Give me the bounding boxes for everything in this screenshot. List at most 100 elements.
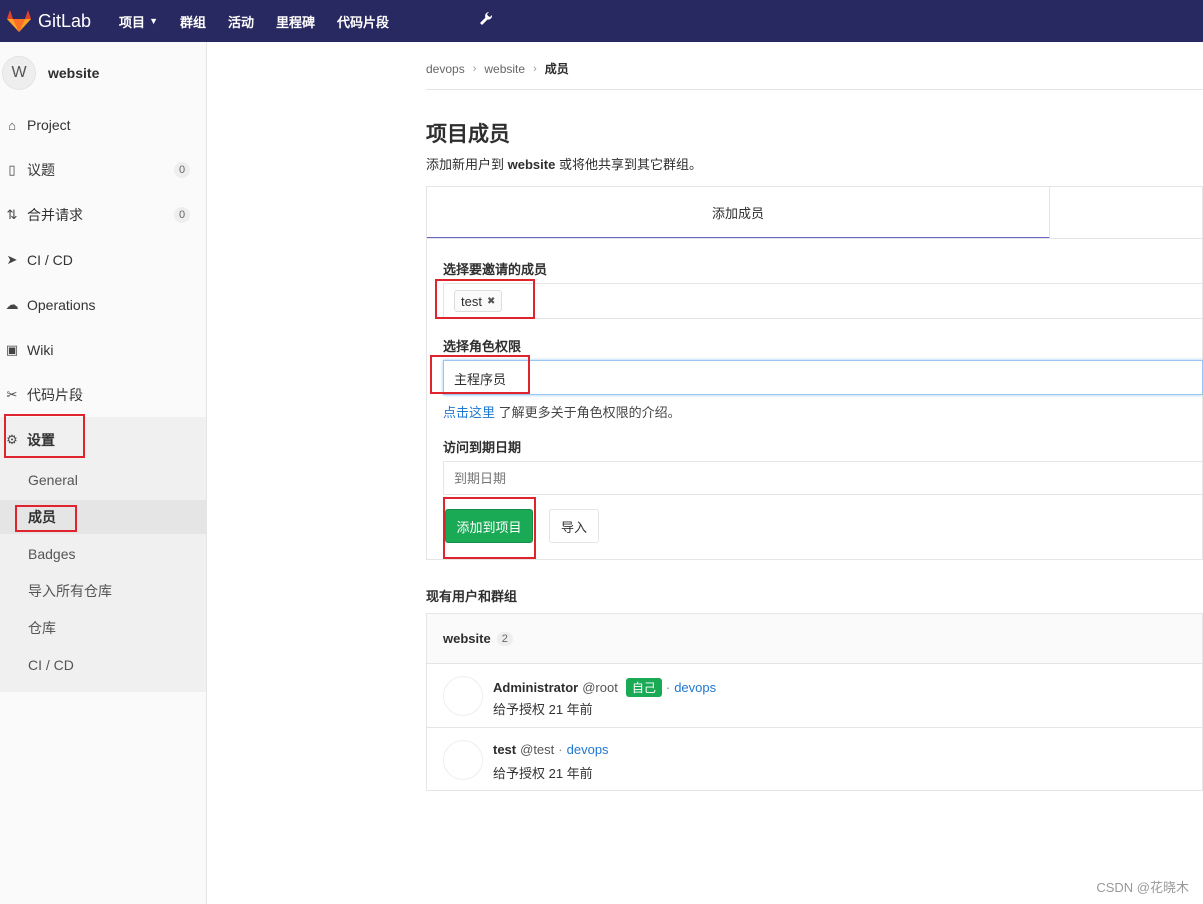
import-button[interactable]: 导入 [549,509,599,543]
page-intro: 添加新用户到 website 或将他共享到其它群组。 [426,154,702,173]
settings-section: ⚙ 设置 General 成员 Badges 导入所有仓库 仓库 CI / CD [0,417,206,692]
sidebar-project-header[interactable]: W website [0,42,206,104]
sidebar-item-label: Wiki [27,342,54,358]
sidebar-item-settings[interactable]: ⚙ 设置 [0,425,206,455]
avatar[interactable] [443,740,483,780]
gitlab-fox-icon [7,10,31,32]
project-sidebar: W website ⌂ Project ▯ 议题 0 ⇅ 合并请求 0 ➤ CI… [0,42,207,904]
breadcrumb: devops › website › 成员 [426,60,569,77]
settings-sub-general[interactable]: General [0,463,206,497]
sidebar-item-label: Project [27,117,71,133]
sidebar-item-label: 代码片段 [27,387,83,403]
scissors-icon: ✂ [6,387,18,402]
page-title: 项目成员 [426,123,510,146]
sidebar-item-label: CI / CD [27,252,73,268]
settings-sub-badges[interactable]: Badges [0,537,206,571]
settings-sub-ci-cd[interactable]: CI / CD [0,648,206,682]
member-name[interactable]: Administrator [493,680,578,695]
rocket-icon: ➤ [6,252,18,267]
role-select-value: 主程序员 [454,372,507,387]
member-granted: 给予授权 21 年前 [493,766,593,781]
member-token-label: test [461,293,482,309]
role-help: 点击这里 了解更多关于角色权限的介绍。 [443,402,681,421]
role-help-text: 了解更多关于角色权限的介绍。 [498,405,681,420]
breadcrumb-group[interactable]: devops [426,62,465,76]
expire-date-field[interactable] [443,461,1203,495]
role-label: 选择角色权限 [443,339,522,354]
issues-count-badge: 0 [174,162,190,178]
settings-sub-members[interactable]: 成员 [0,500,206,534]
breadcrumb-project[interactable]: website [484,62,525,76]
brand-name: GitLab [38,10,92,31]
existing-members-title: 现有用户和群组 [426,589,518,604]
chevron-right-icon: › [472,62,477,75]
role-select[interactable]: 主程序员 [443,360,1203,395]
issues-icon: ▯ [8,162,16,177]
breadcrumb-current[interactable]: 成员 [545,60,569,77]
add-to-project-button[interactable]: 添加到项目 [445,509,533,543]
member-group-link[interactable]: devops [567,742,609,757]
expire-label: 访问到期日期 [443,440,522,455]
nav-projects[interactable]: 项目 ▼ [119,12,158,31]
nav-projects-label: 项目 [119,14,146,30]
sidebar-item-label: Operations [27,297,96,313]
sidebar-item-snippets[interactable]: ✂ 代码片段 [0,380,206,410]
sidebar-item-label: 设置 [27,432,55,448]
admin-wrench-icon[interactable] [479,11,493,32]
intro-suffix: 或将他共享到其它群组。 [558,157,702,172]
members-group-header: website 2 [427,614,1202,664]
book-icon: ▣ [5,342,19,357]
chevron-right-icon: › [533,62,537,75]
nav-snippets[interactable]: 代码片段 [337,12,389,31]
member-identity: test @test · devops [493,742,609,757]
sidebar-item-issues[interactable]: ▯ 议题 0 [0,155,206,185]
group-name: website [443,631,491,646]
nav-groups[interactable]: 群组 [180,12,206,31]
top-nav: 项目 ▼ 群组 活动 里程碑 代码片段 [119,12,411,31]
list-item: test @test · devops 给予授权 21 年前 [427,728,1202,792]
sidebar-item-merge-requests[interactable]: ⇅ 合并请求 0 [0,200,206,230]
sidebar-item-label: 议题 [27,162,55,178]
member-token: test ✖ [454,290,503,312]
members-list: website 2 Administrator @root 自己 · devop… [426,613,1203,791]
top-navbar: GitLab 项目 ▼ 群组 活动 里程碑 代码片段 [0,0,1203,42]
tab-add-member[interactable]: 添加成员 [427,187,1050,239]
member-granted: 给予授权 21 年前 [493,702,593,717]
sidebar-item-project[interactable]: ⌂ Project [0,110,206,140]
nav-activity[interactable]: 活动 [228,12,254,31]
intro-project-name: website [507,157,556,172]
sidebar-item-operations[interactable]: ☁ Operations [0,290,206,320]
nav-milestones[interactable]: 里程碑 [276,12,315,31]
cloud-gear-icon: ☁ [5,297,19,312]
project-name: website [48,65,100,81]
invite-label: 选择要邀请的成员 [443,262,548,277]
add-member-form: 选择要邀请的成员 test ✖ 选择角色权限 主程序员 点击这里 了解更多关于角… [426,238,1203,560]
settings-sub-repository[interactable]: 仓库 [0,611,206,645]
sidebar-item-ci-cd[interactable]: ➤ CI / CD [0,245,206,275]
separator-dot: · [665,680,671,695]
member-name[interactable]: test [493,742,516,757]
self-badge: 自己 [625,678,662,697]
expire-date-input[interactable] [444,462,1202,494]
member-identity: Administrator @root 自己 · devops [493,678,716,697]
chevron-down-icon: ▼ [149,16,158,26]
sidebar-item-label: 合并请求 [27,207,83,223]
role-help-link[interactable]: 点击这里 [443,405,495,420]
watermark: CSDN @花晓木 [1096,880,1189,895]
group-count-badge: 2 [496,631,513,646]
home-icon: ⌂ [8,117,16,133]
merge-request-icon: ⇅ [6,207,18,222]
gear-icon: ⚙ [6,432,18,447]
gitlab-logo[interactable]: GitLab [6,9,91,33]
project-avatar: W [2,56,36,90]
remove-token-icon[interactable]: ✖ [487,296,495,307]
sidebar-item-wiki[interactable]: ▣ Wiki [0,335,206,365]
avatar[interactable] [443,676,483,716]
intro-prefix: 添加新用户到 [426,157,505,172]
member-group-link[interactable]: devops [674,680,716,695]
breadcrumb-divider [426,89,1203,90]
separator-dot: · [558,742,563,757]
list-item: Administrator @root 自己 · devops 给予授权 21 … [427,664,1202,728]
settings-sub-import-repos[interactable]: 导入所有仓库 [0,574,206,608]
invite-members-input[interactable]: test ✖ [443,283,1203,319]
